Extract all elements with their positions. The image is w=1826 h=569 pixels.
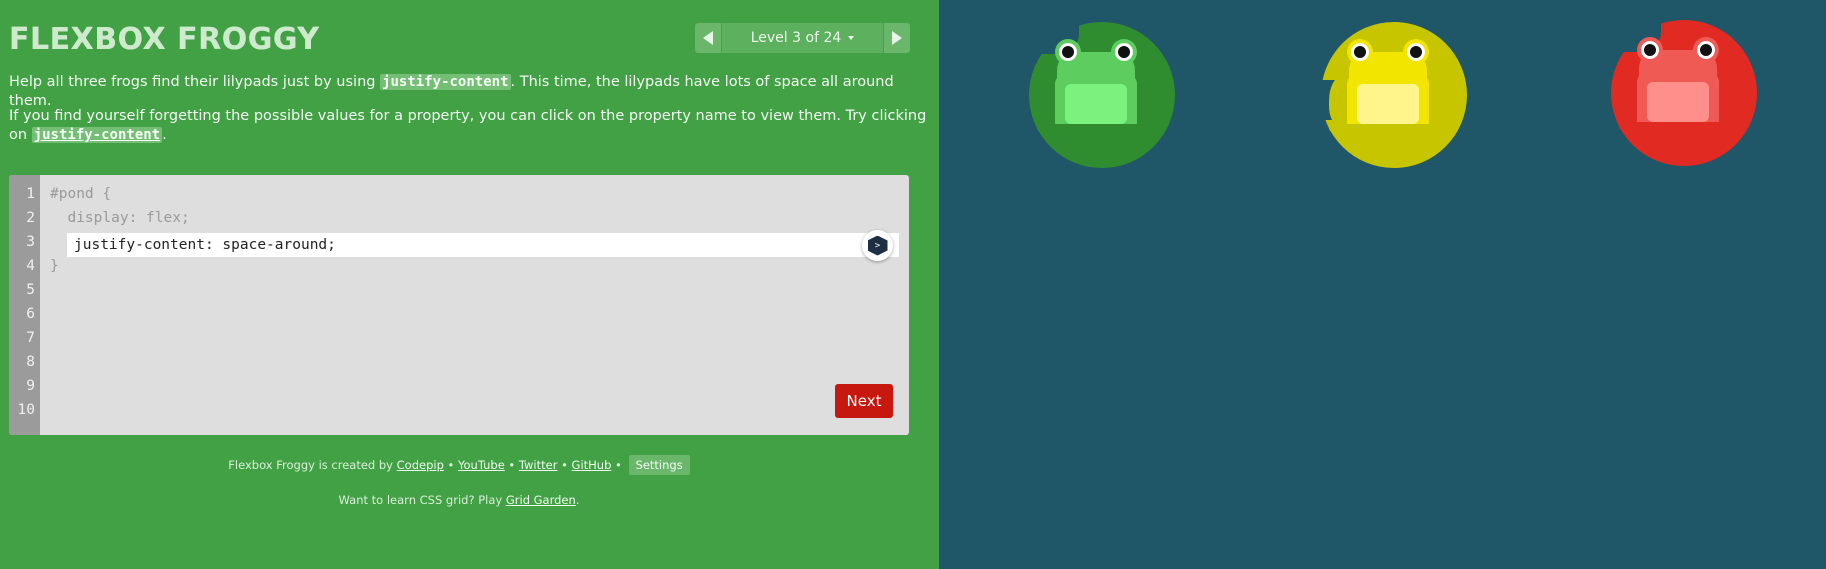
next-button[interactable]: Next [835, 384, 893, 418]
eye-white [1351, 43, 1369, 61]
settings-button[interactable]: Settings [628, 455, 690, 475]
frog-right-eye [1111, 39, 1137, 65]
codepip-link[interactable]: Codepip [397, 458, 444, 472]
github-link[interactable]: GitHub [572, 458, 612, 472]
eye-white [1059, 43, 1077, 61]
line-number: 5 [26, 282, 35, 298]
frog-yellow [1313, 14, 1463, 144]
instruction-text: . [162, 127, 167, 143]
grid-garden-link[interactable]: Grid Garden [506, 493, 576, 507]
eye-white [1697, 41, 1715, 59]
line-number: 2 [26, 210, 35, 226]
sidebar: Flexbox Froggy Level 3 of 24 Help all th… [0, 0, 939, 569]
property-link-justify-content[interactable]: justify-content [31, 127, 163, 143]
frog-left-eye [1637, 37, 1663, 63]
code-line-pond-close: } [50, 258, 59, 274]
property-justify-content[interactable]: justify-content [380, 74, 511, 90]
credits-footer: Flexbox Froggy is created by Codepip • Y… [0, 455, 918, 475]
eye-white [1115, 43, 1133, 61]
grid-garden-promo: Want to learn CSS grid? Play Grid Garden… [0, 493, 918, 507]
frog-green [1021, 14, 1171, 144]
separator: • [504, 458, 519, 472]
instruction-text: Help all three frogs find their lilypads… [9, 74, 381, 90]
twitter-link[interactable]: Twitter [519, 458, 558, 472]
line-number: 8 [26, 354, 35, 370]
frog-feet [1037, 124, 1153, 132]
frog-left-eye [1055, 39, 1081, 65]
frog-left-eye [1347, 39, 1373, 65]
css-input-row [67, 233, 899, 257]
level-label: Level 3 of 24 [750, 30, 842, 46]
line-number: 9 [26, 378, 35, 394]
promo-text: . [575, 493, 580, 507]
line-number: 7 [26, 330, 35, 346]
frog-belly [1647, 82, 1709, 122]
frog-right-eye [1403, 39, 1429, 65]
line-number: 6 [26, 306, 35, 322]
frog-belly [1357, 84, 1419, 124]
eye-white [1641, 41, 1659, 59]
emmet-icon: > [867, 235, 888, 256]
line-number: 4 [26, 258, 35, 274]
level-selector[interactable]: Level 3 of 24 [721, 23, 884, 53]
caret-down-icon [848, 36, 855, 40]
frog-feet [1329, 124, 1445, 132]
youtube-link[interactable]: YouTube [458, 458, 505, 472]
promo-text: Want to learn CSS grid? Play [338, 493, 506, 507]
separator: • [443, 458, 459, 472]
next-level-button[interactable] [884, 23, 910, 53]
previous-level-button[interactable] [695, 23, 721, 53]
separator: • [611, 458, 626, 472]
left-arrow-icon [703, 31, 713, 45]
line-number: 1 [26, 186, 35, 202]
level-navigation: Level 3 of 24 [695, 23, 910, 53]
code-editor: 1 2 3 4 5 6 7 8 9 10 #pond { display: fl… [9, 175, 909, 435]
code-line-display: display: flex; [50, 210, 190, 226]
pond [939, 0, 1826, 569]
right-arrow-icon [892, 31, 902, 45]
line-number: 3 [26, 234, 35, 250]
credits-text: Flexbox Froggy is created by [228, 458, 397, 472]
instruction-paragraph-1: Help all three frogs find their lilypads… [9, 73, 929, 111]
code-line-pond-open: #pond { [50, 186, 112, 202]
frog-feet [1619, 122, 1735, 130]
line-number: 10 [17, 402, 35, 418]
separator: • [557, 458, 572, 472]
eye-white [1407, 43, 1425, 61]
instruction-paragraph-2: If you find yourself forgetting the poss… [9, 107, 929, 145]
frog-belly [1065, 84, 1127, 124]
game-title: Flexbox Froggy [9, 22, 320, 57]
emmet-button[interactable]: > [862, 230, 893, 261]
css-code-input[interactable] [74, 233, 834, 257]
frog-red [1603, 12, 1753, 142]
frog-right-eye [1693, 37, 1719, 63]
